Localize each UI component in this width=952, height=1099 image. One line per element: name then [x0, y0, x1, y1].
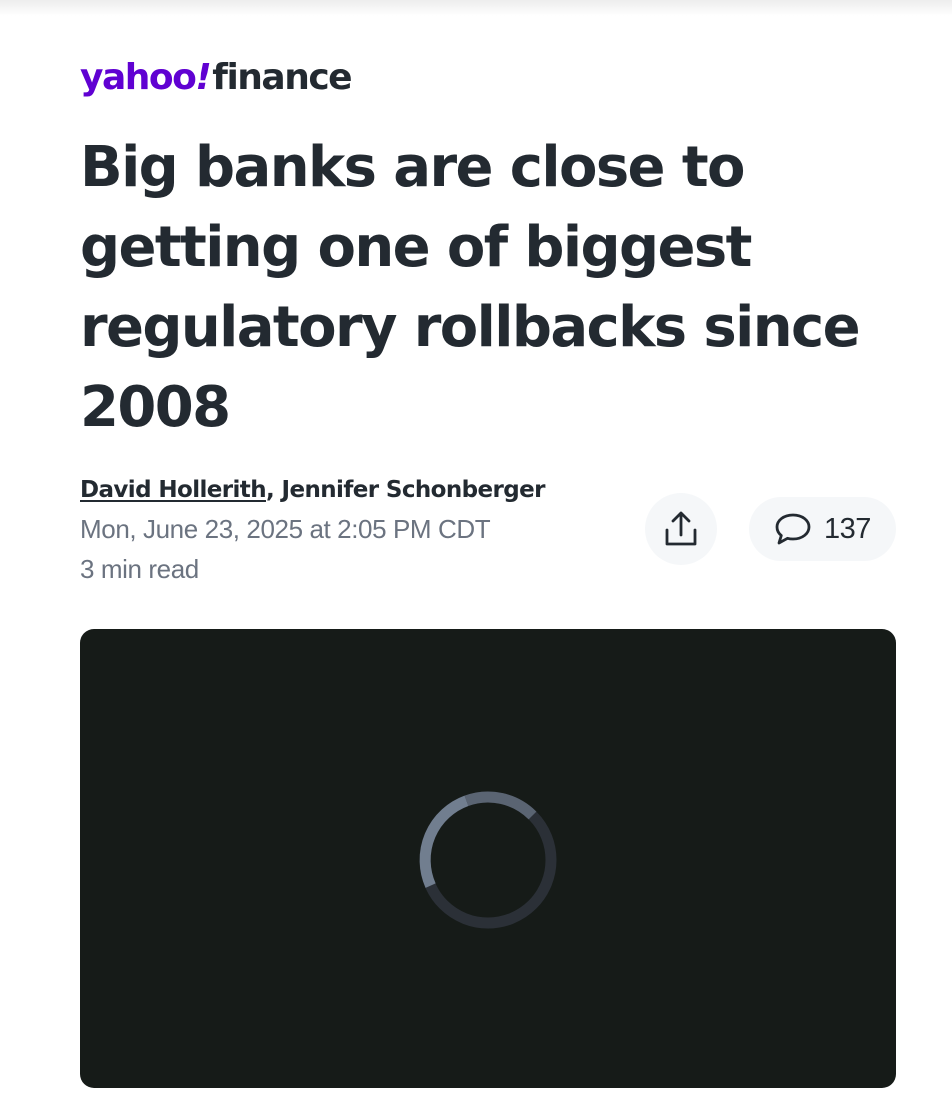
publish-date: Mon, June 23, 2025 at 2:05 PM CDT — [80, 514, 491, 544]
article-headline: Big banks are close to getting one of bi… — [80, 135, 861, 440]
read-time: 3 min read — [80, 554, 199, 584]
share-button[interactable] — [645, 493, 717, 565]
logo-yahoo-text: yahoo — [80, 57, 197, 98]
video-player[interactable] — [80, 629, 896, 1088]
author-jennifer-schonberger: Jennifer Schonberger — [281, 477, 546, 503]
author-link-david-hollerith[interactable]: David Hollerith — [80, 477, 267, 503]
logo-exclaim: ! — [195, 57, 211, 98]
author-separator: , — [265, 477, 282, 503]
comments-button[interactable]: 137 — [749, 497, 896, 561]
logo-finance-text: finance — [212, 57, 352, 98]
comment-count: 137 — [824, 512, 871, 545]
byline: David Hollerith, Jennifer Schonberger — [80, 473, 545, 507]
loading-spinner-icon — [419, 791, 557, 929]
share-upload-icon — [665, 511, 697, 546]
yahoo-finance-logo[interactable]: yahoo!finance — [80, 52, 353, 104]
article-page: yahoo!finance Big banks are close to get… — [0, 0, 952, 1099]
speech-bubble-icon — [775, 513, 811, 545]
top-shadow — [0, 0, 952, 16]
